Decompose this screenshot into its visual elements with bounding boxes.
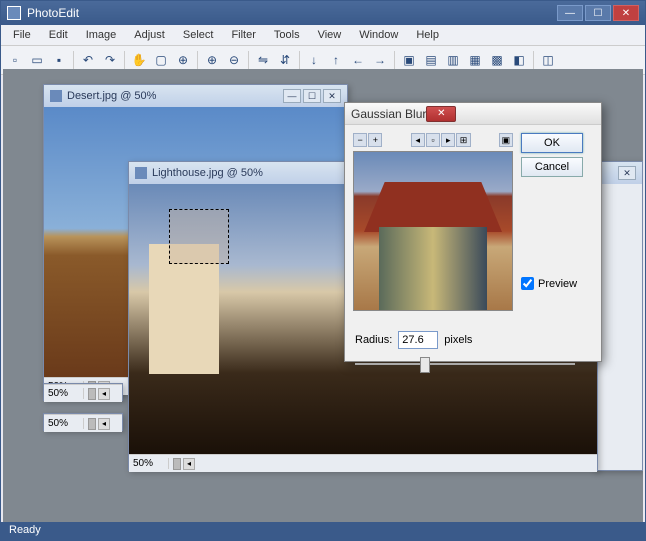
preview-checkbox-row[interactable]: Preview [521,277,593,290]
arrow-down-icon[interactable]: ↓ [304,50,324,70]
new-icon[interactable]: ▫ [5,50,25,70]
hscroll-left-icon[interactable]: ◂ [98,388,110,400]
mdi-workspace: Desert.jpg @ 50% — ☐ ✕ 50% ◂ 50% ◂ [3,69,643,522]
dialog-title: Gaussian Blur [351,107,426,121]
doc-close-button[interactable]: ✕ [618,166,636,180]
menu-image[interactable]: Image [78,27,125,43]
doc-titlebar-desert[interactable]: Desert.jpg @ 50% — ☐ ✕ [44,85,347,107]
radius-slider[interactable] [355,355,575,373]
arrow-right-icon[interactable]: → [370,50,390,70]
undo-icon[interactable]: ↶ [78,50,98,70]
hscroll-thumb[interactable] [173,458,181,470]
zoom-level[interactable]: 50% [129,458,169,469]
statusbar: Ready [1,522,645,540]
close-button[interactable]: ✕ [613,5,639,21]
maximize-button[interactable]: ☐ [585,5,611,21]
preview-panel: − + ◂ ▫ ▸ ⊞ ▣ [353,133,513,311]
doc-title: Lighthouse.jpg @ 50% [152,167,263,179]
hscroll-thumb[interactable] [88,418,96,430]
dialog-body: − + ◂ ▫ ▸ ⊞ ▣ O [345,125,601,319]
radius-unit: pixels [444,334,472,346]
hand-icon[interactable]: ✋ [129,50,149,70]
doc-title: Desert.jpg @ 50% [67,90,156,102]
histogram-icon[interactable]: ▦ [465,50,485,70]
menu-view[interactable]: View [310,27,350,43]
levels-icon[interactable]: ▤ [421,50,441,70]
hscroll-thumb[interactable] [88,388,96,400]
menubar: File Edit Image Adjust Select Filter Too… [1,25,645,46]
flip-h-icon[interactable]: ⇋ [253,50,273,70]
doc-footer: 50% ◂ [129,454,597,472]
swatch-icon[interactable]: ◧ [509,50,529,70]
slider-track [355,363,575,365]
zoom-strip-1: 50% ◂ [43,383,123,401]
preview-nav-left-icon[interactable]: ◂ [411,133,425,147]
crosshair-icon[interactable]: ⊕ [173,50,193,70]
radius-input[interactable] [398,331,438,349]
doc-minimize-button[interactable]: — [283,89,301,103]
status-text: Ready [9,524,41,536]
minimize-button[interactable]: — [557,5,583,21]
menu-filter[interactable]: Filter [223,27,263,43]
preview-nav-right-icon[interactable]: ▸ [441,133,455,147]
preview-zoom-out-icon[interactable]: − [353,133,367,147]
preview-nav-icon[interactable]: ▫ [426,133,440,147]
radius-label: Radius: [355,334,392,346]
doc-maximize-button[interactable]: ☐ [303,89,321,103]
zoom-level[interactable]: 50% [44,418,84,429]
save-icon[interactable]: ▪ [49,50,69,70]
preview-checkbox[interactable] [521,277,534,290]
app-icon [7,6,21,20]
open-icon[interactable]: ▭ [27,50,47,70]
menu-adjust[interactable]: Adjust [126,27,173,43]
menu-window[interactable]: Window [351,27,406,43]
preview-grid-icon[interactable]: ⊞ [456,133,470,147]
image-icon[interactable]: ▣ [399,50,419,70]
ok-button[interactable]: OK [521,133,583,153]
arrow-left-icon[interactable]: ← [348,50,368,70]
zoom-level[interactable]: 50% [44,388,84,399]
slider-thumb[interactable] [420,357,430,373]
doc-close-button[interactable]: ✕ [323,89,341,103]
arrow-up-icon[interactable]: ↑ [326,50,346,70]
preview-label: Preview [538,278,577,290]
document-icon [135,167,147,179]
menu-select[interactable]: Select [175,27,222,43]
preview-toolbar: − + ◂ ▫ ▸ ⊞ ▣ [353,133,513,147]
layout-icon[interactable]: ◫ [538,50,558,70]
hscroll-left-icon[interactable]: ◂ [98,418,110,430]
dialog-close-button[interactable]: ✕ [426,106,456,122]
marquee-icon[interactable]: ▢ [151,50,171,70]
dialog-params: Radius: pixels [345,331,601,381]
zoom-strip-2: 50% ◂ [43,413,123,431]
cancel-button[interactable]: Cancel [521,157,583,177]
dialog-titlebar[interactable]: Gaussian Blur ✕ [345,103,601,125]
app-titlebar[interactable]: PhotoEdit — ☐ ✕ [1,1,645,25]
marquee-selection[interactable] [169,209,229,264]
flip-v-icon[interactable]: ⇵ [275,50,295,70]
hscroll-left-icon[interactable]: ◂ [183,458,195,470]
preview-roof [364,182,502,232]
preview-lantern [379,227,487,311]
redo-icon[interactable]: ↷ [100,50,120,70]
gaussian-blur-dialog: Gaussian Blur ✕ − + ◂ ▫ ▸ ⊞ ▣ [344,102,602,362]
zoom-in-icon[interactable]: ⊕ [202,50,222,70]
preview-image[interactable] [353,151,513,311]
menu-help[interactable]: Help [408,27,447,43]
preview-zoom-in-icon[interactable]: + [368,133,382,147]
app-title: PhotoEdit [27,6,79,20]
preview-fit-icon[interactable]: ▣ [499,133,513,147]
menu-file[interactable]: File [5,27,39,43]
menu-edit[interactable]: Edit [41,27,76,43]
zoom-out-icon[interactable]: ⊖ [224,50,244,70]
controls-panel: OK Cancel Preview [521,133,593,311]
menu-tools[interactable]: Tools [266,27,308,43]
main-window: PhotoEdit — ☐ ✕ File Edit Image Adjust S… [0,0,646,541]
curves-icon[interactable]: ▥ [443,50,463,70]
grayscale-icon[interactable]: ▩ [487,50,507,70]
document-icon [50,90,62,102]
